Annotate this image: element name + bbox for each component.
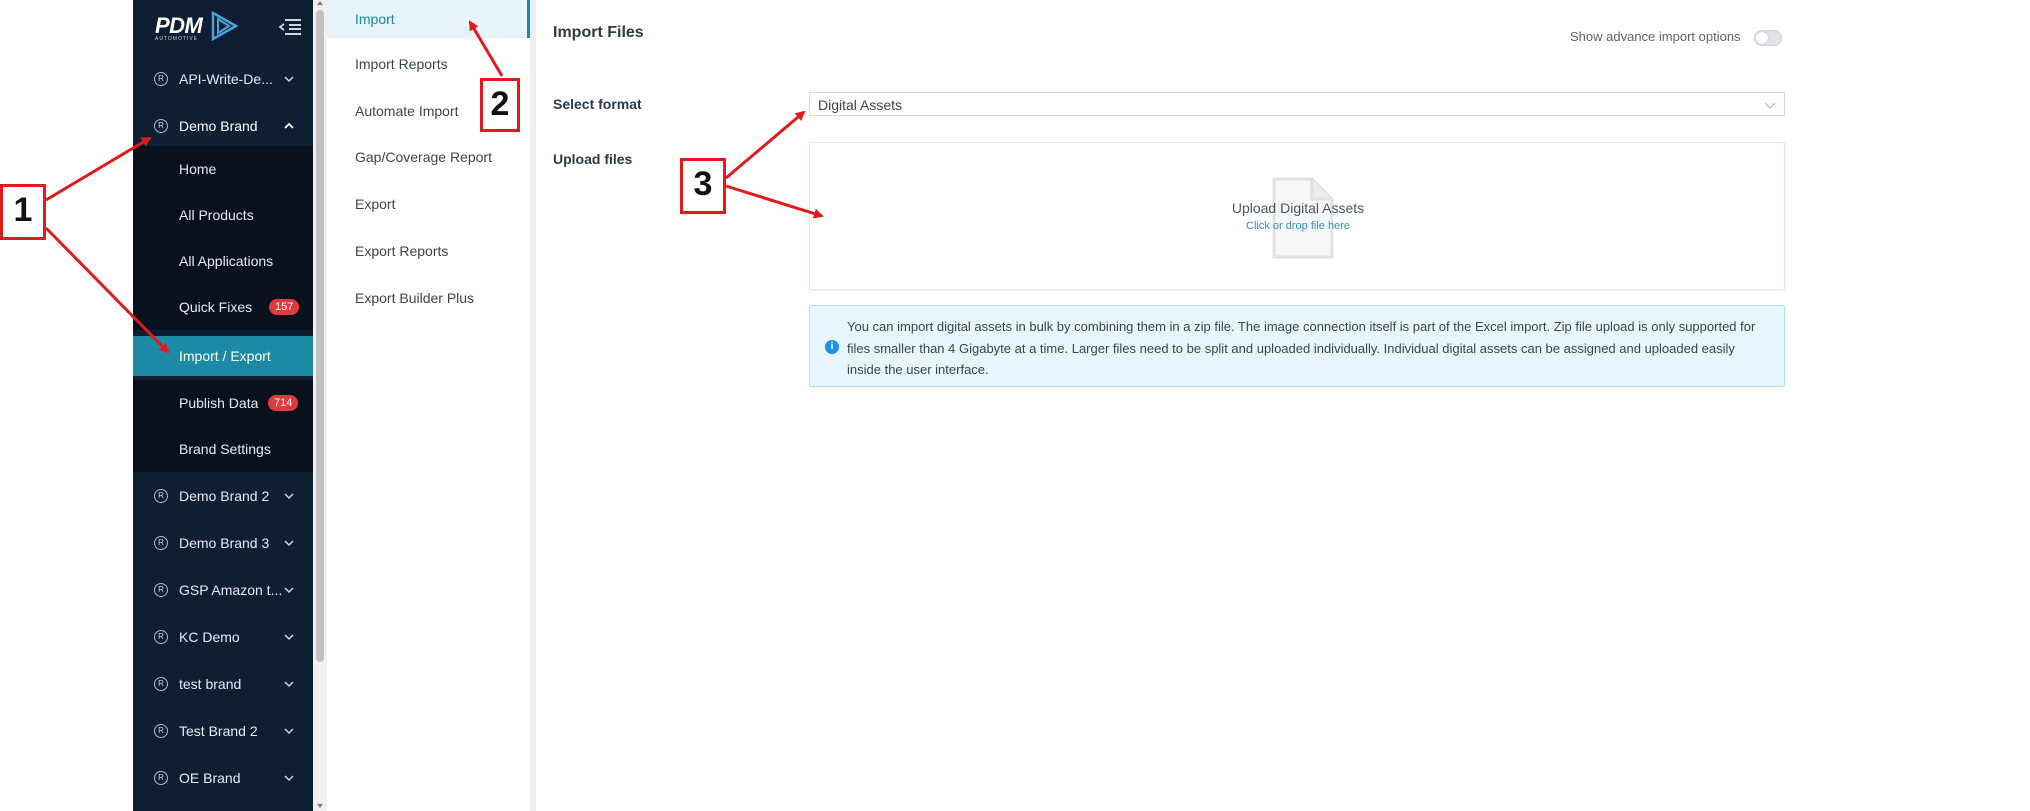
annotation-arrows — [44, 20, 824, 354]
annotation-arrow-3b — [725, 184, 824, 219]
annotation-number: 1 — [13, 191, 33, 229]
annotation-arrow-1b — [44, 226, 170, 354]
annotation-arrow-1a — [45, 136, 152, 202]
annotation-arrow-3a — [725, 110, 806, 180]
annotation-number: 3 — [693, 165, 713, 203]
annotation-marker-3: 3 — [680, 158, 726, 214]
annotation-arrow-2 — [468, 20, 504, 77]
annotation-number: 2 — [490, 85, 510, 123]
annotation-marker-1: 1 — [0, 184, 46, 240]
screen: PDM AUTOMOTIVE R API-Write-De... R Demo … — [0, 0, 2030, 811]
annotation-marker-2: 2 — [480, 78, 520, 132]
